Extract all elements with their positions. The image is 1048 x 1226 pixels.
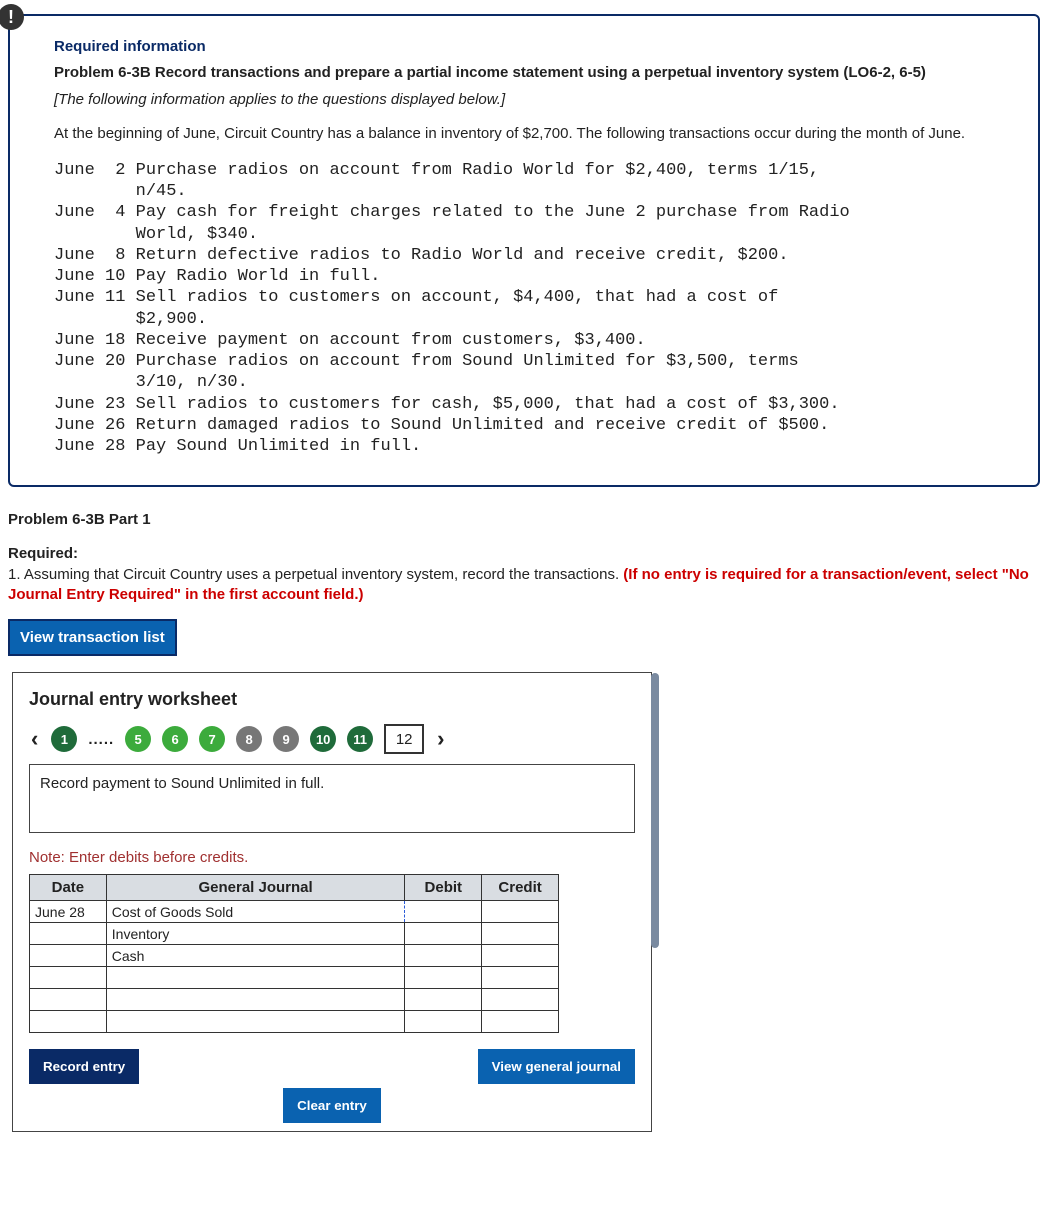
cell-debit[interactable] — [405, 1011, 482, 1033]
tab-10[interactable]: 10 — [310, 726, 336, 752]
table-row: Cash — [30, 945, 559, 967]
cell-date[interactable]: June 28 — [30, 901, 107, 923]
col-credit: Credit — [482, 875, 559, 901]
worksheet-title: Journal entry worksheet — [29, 689, 635, 710]
col-debit: Debit — [405, 875, 482, 901]
cell-credit[interactable] — [482, 901, 559, 923]
cell-account[interactable] — [106, 989, 405, 1011]
scrollbar-thumb[interactable] — [651, 673, 659, 948]
tab-next-chevron-icon[interactable]: › — [435, 726, 446, 752]
view-transaction-list-button[interactable]: View transaction list — [8, 619, 177, 656]
tab-8[interactable]: 8 — [236, 726, 262, 752]
tab-9[interactable]: 9 — [273, 726, 299, 752]
cell-debit[interactable] — [405, 967, 482, 989]
entry-prompt: Record payment to Sound Unlimited in ful… — [40, 775, 324, 792]
cell-credit[interactable] — [482, 923, 559, 945]
intro-text: At the beginning of June, Circuit Countr… — [54, 124, 1000, 144]
cell-account[interactable] — [106, 1011, 405, 1033]
cell-credit[interactable] — [482, 945, 559, 967]
cell-account[interactable]: Cash — [106, 945, 405, 967]
tab-11[interactable]: 11 — [347, 726, 373, 752]
cell-debit[interactable] — [405, 901, 482, 923]
cell-debit[interactable] — [405, 989, 482, 1011]
problem-title: Problem 6-3B Record transactions and pre… — [54, 63, 1000, 83]
cell-debit[interactable] — [405, 945, 482, 967]
entry-prompt-box: Record payment to Sound Unlimited in ful… — [29, 764, 635, 833]
cell-account[interactable]: Inventory — [106, 923, 405, 945]
table-row: Inventory — [30, 923, 559, 945]
applies-note: [The following information applies to th… — [54, 91, 1000, 108]
cell-debit[interactable] — [405, 923, 482, 945]
tab-prev-chevron-icon[interactable]: ‹ — [29, 726, 40, 752]
col-gj: General Journal — [106, 875, 405, 901]
tab-5[interactable]: 5 — [125, 726, 151, 752]
transactions-list: June 2 Purchase radios on account from R… — [54, 160, 1000, 458]
cell-date[interactable] — [30, 967, 107, 989]
col-date: Date — [30, 875, 107, 901]
cell-date[interactable] — [30, 945, 107, 967]
table-header-row: Date General Journal Debit Credit — [30, 875, 559, 901]
cell-account[interactable]: Cost of Goods Sold — [106, 901, 405, 923]
table-row — [30, 967, 559, 989]
cell-date[interactable] — [30, 989, 107, 1011]
debits-before-credits-note: Note: Enter debits before credits. — [29, 849, 635, 866]
view-general-journal-button[interactable]: View general journal — [478, 1049, 635, 1084]
required-info-label: Required information — [54, 38, 1000, 55]
journal-entry-table: Date General Journal Debit Credit June 2… — [29, 874, 559, 1033]
clear-entry-button[interactable]: Clear entry — [283, 1088, 381, 1123]
required-info-box: ! Required information Problem 6-3B Reco… — [8, 14, 1040, 487]
tab-ellipsis: ..... — [88, 731, 114, 748]
required-block: Required: 1. Assuming that Circuit Count… — [8, 544, 1040, 605]
cell-credit[interactable] — [482, 989, 559, 1011]
record-entry-button[interactable]: Record entry — [29, 1049, 139, 1084]
cell-date[interactable] — [30, 1011, 107, 1033]
table-row: June 28 Cost of Goods Sold — [30, 901, 559, 923]
tab-6[interactable]: 6 — [162, 726, 188, 752]
alert-icon: ! — [0, 4, 24, 30]
cell-credit[interactable] — [482, 967, 559, 989]
table-row — [30, 989, 559, 1011]
tab-7[interactable]: 7 — [199, 726, 225, 752]
cell-date[interactable] — [30, 923, 107, 945]
part-title: Problem 6-3B Part 1 — [8, 511, 1048, 528]
worksheet-buttons: Record entry View general journal — [29, 1049, 635, 1084]
worksheet-tab-row: ‹ 1 ..... 5 6 7 8 9 10 11 12 › — [29, 724, 635, 754]
tab-12-current[interactable]: 12 — [384, 724, 424, 754]
tab-1[interactable]: 1 — [51, 726, 77, 752]
journal-worksheet: Journal entry worksheet ‹ 1 ..... 5 6 7 … — [12, 672, 652, 1132]
table-row — [30, 1011, 559, 1033]
required-label: Required: — [8, 545, 78, 562]
cell-credit[interactable] — [482, 1011, 559, 1033]
cell-account[interactable] — [106, 967, 405, 989]
required-text: 1. Assuming that Circuit Country uses a … — [8, 566, 623, 583]
